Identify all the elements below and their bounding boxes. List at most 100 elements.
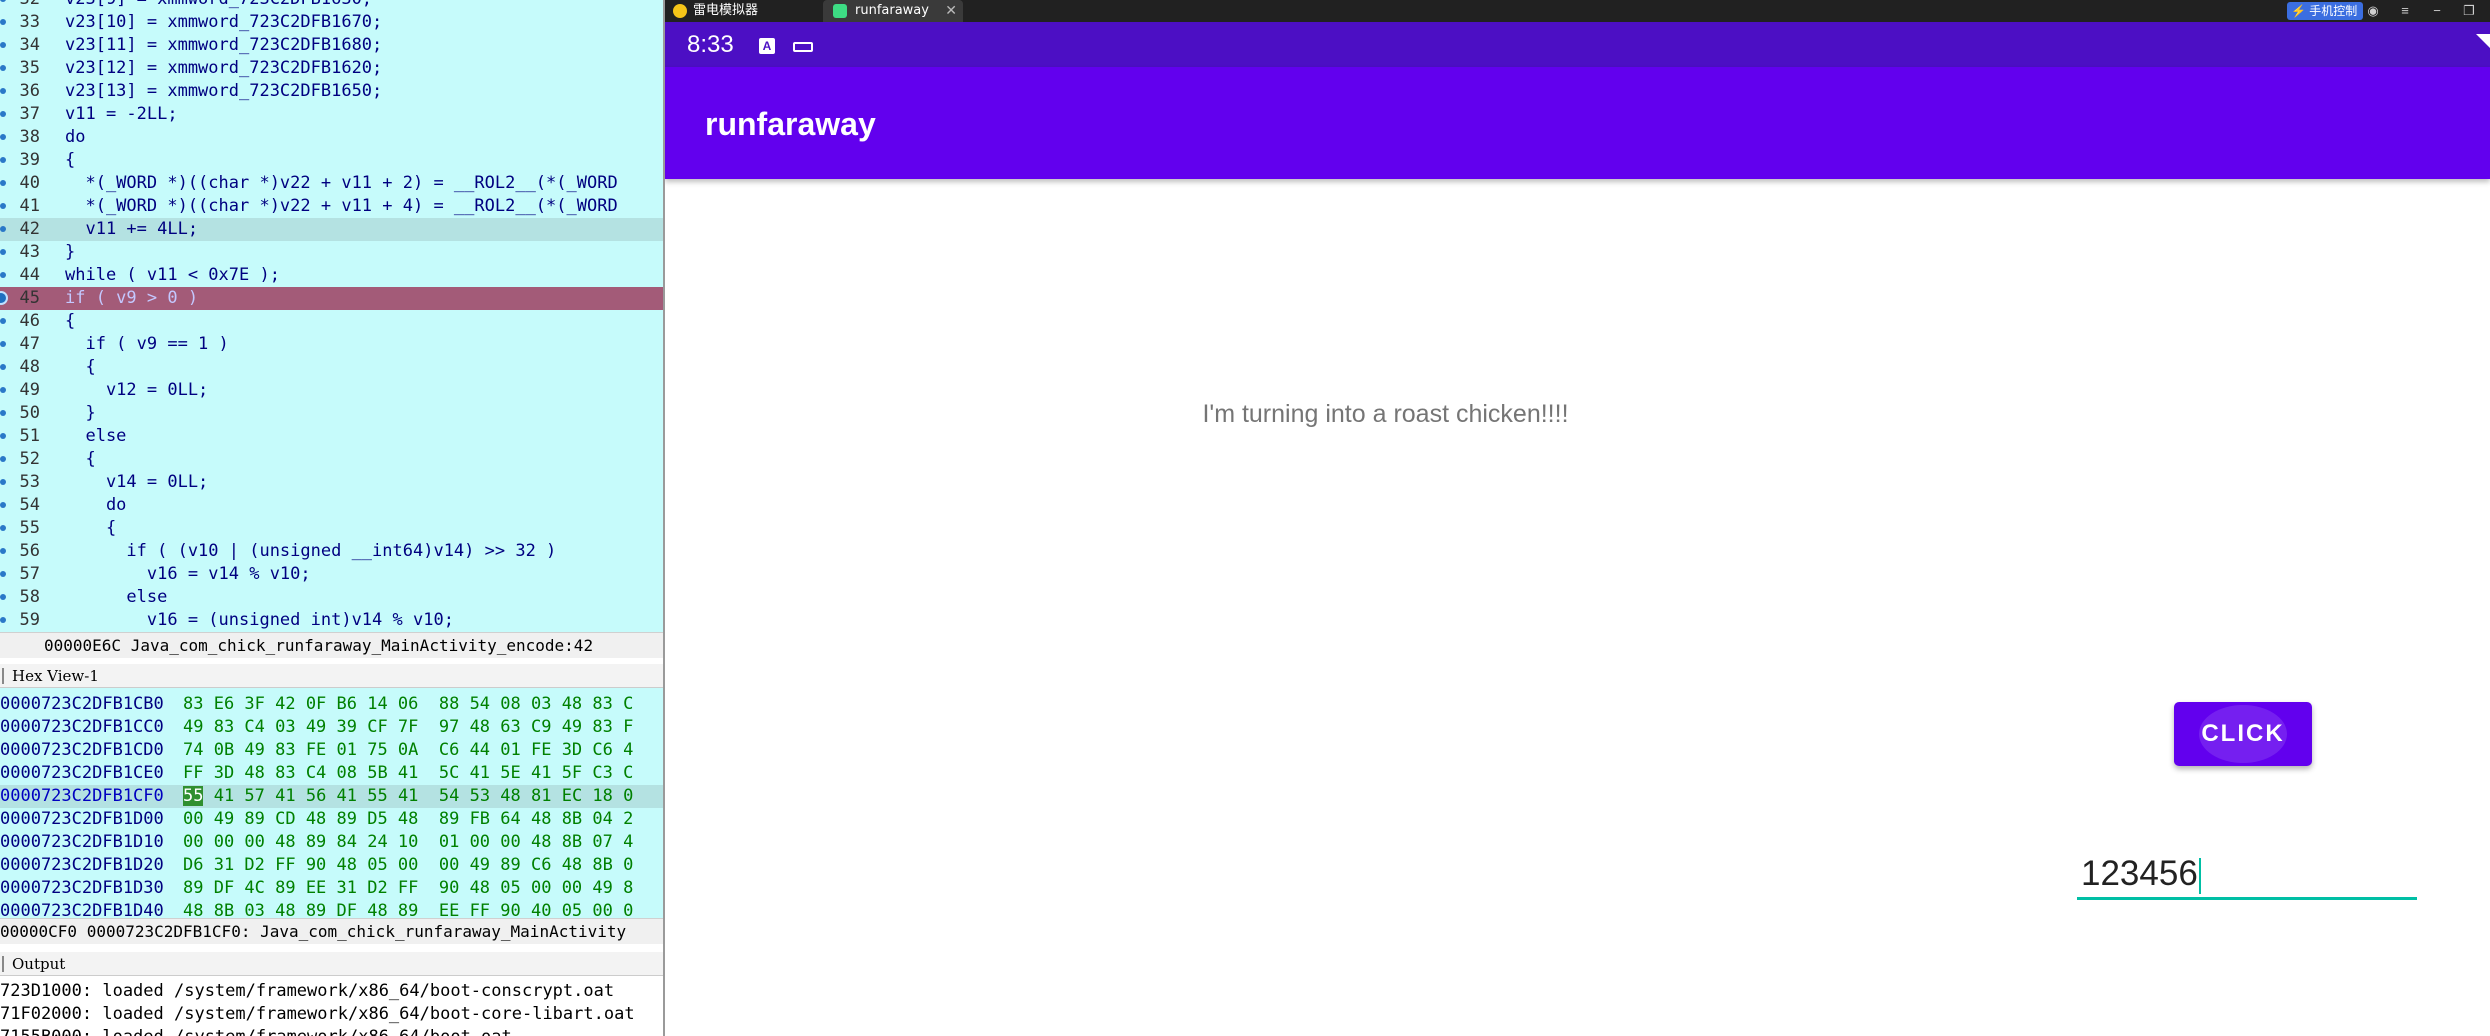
code-line[interactable]: 43} [0,241,663,264]
hex-bytes[interactable]: 00 49 89 CD 48 89 D5 48 89 FB 64 48 8B 0… [183,808,633,831]
code-text: v11 = -2LL; [65,104,178,124]
hex-view[interactable]: 0000723C2DFB1CB0 83 E6 3F 42 0F B6 14 06 … [0,688,663,918]
code-line[interactable]: 32 v23[9] = xmmword_723C2DFB1630; [0,0,663,11]
hex-row[interactable]: 0000723C2DFB1D40 48 8B 03 48 89 DF 48 89 … [0,900,663,918]
code-line[interactable]: 41 *(_WORD *)((char *)v22 + v11 + 4) = _… [0,195,663,218]
code-line[interactable]: 54 do [0,494,663,517]
code-text: v16 = v14 % v10; [65,564,311,584]
hex-bytes-text: 41 57 41 56 41 55 41 54 53 48 81 EC 18 0 [203,786,634,806]
code-text: if ( v9 > 0 ) [65,288,199,308]
code-line[interactable]: 53 v14 = 0LL; [0,471,663,494]
line-number: 34 [19,35,40,55]
code-line[interactable]: 47 if ( v9 == 1 ) [0,333,663,356]
code-line[interactable]: 38 do [0,126,663,149]
hex-bytes[interactable]: 83 E6 3F 42 0F B6 14 06 88 54 08 03 48 8… [183,693,633,716]
hex-view-title[interactable]: Hex View-1 [0,664,663,688]
code-line[interactable]: 48 { [0,356,663,379]
hex-bytes[interactable]: 00 00 00 48 89 84 24 10 01 00 00 48 8B 0… [183,831,633,854]
code-line[interactable]: 55 { [0,517,663,540]
code-line[interactable]: 57 v16 = v14 % v10; [0,563,663,586]
code-text: } [65,242,76,262]
output-title[interactable]: Output [0,952,663,976]
code-line[interactable]: 50 } [0,402,663,425]
hex-row[interactable]: 0000723C2DFB1D00 00 49 89 CD 48 89 D5 48 … [0,808,663,831]
code-text: v23[13] = xmmword_723C2DFB1650; [65,81,383,101]
menu-icon[interactable]: ≡ [2397,3,2413,19]
hex-bytes-text: FF 3D 48 83 C4 08 5B 41 5C 41 5E 41 5F C… [183,763,634,783]
code-line[interactable]: 40 *(_WORD *)((char *)v22 + v11 + 2) = _… [0,172,663,195]
code-line[interactable]: 58 else [0,586,663,609]
code-text: if ( v9 == 1 ) [65,334,229,354]
hex-bytes-text: 48 8B 03 48 89 DF 48 89 EE FF 90 40 05 0… [183,901,634,918]
hex-row[interactable]: 0000723C2DFB1CD0 74 0B 49 83 FE 01 75 0A … [0,739,663,762]
account-icon[interactable]: ◉ [2365,3,2381,19]
hex-bytes-text: 00 49 89 CD 48 89 D5 48 89 FB 64 48 8B 0… [183,809,634,829]
hex-row[interactable]: 0000723C2DFB1CE0 FF 3D 48 83 C4 08 5B 41 … [0,762,663,785]
hex-bytes[interactable]: 55 41 57 41 56 41 55 41 54 53 48 81 EC 1… [183,785,633,808]
code-line[interactable]: 44 while ( v11 < 0x7E ); [0,264,663,287]
code-text: else [65,587,168,607]
code-line[interactable]: 35 v23[12] = xmmword_723C2DFB1620; [0,57,663,80]
code-line[interactable]: 52 { [0,448,663,471]
hex-bytes[interactable]: 89 DF 4C 89 EE 31 D2 FF 90 48 05 00 00 4… [183,877,633,900]
line-number: 58 [19,587,40,607]
tab-ldplayer[interactable]: 雷电模拟器 [673,0,813,22]
code-line[interactable]: 39 { [0,149,663,172]
code-text: v14 = 0LL; [65,472,209,492]
input-text: 123456 [2081,854,2198,893]
hex-row[interactable]: 0000723C2DFB1D30 89 DF 4C 89 EE 31 D2 FF … [0,877,663,900]
minimize-icon[interactable]: − [2429,3,2445,19]
code-line[interactable]: 42 v11 += 4LL; [0,218,663,241]
code-line[interactable]: 49 v12 = 0LL; [0,379,663,402]
line-number: 37 [19,104,40,124]
hex-bytes[interactable]: D6 31 D2 FF 90 48 05 00 00 49 89 C6 48 8… [183,854,633,877]
hex-row[interactable]: 0000723C2DFB1D20 D6 31 D2 FF 90 48 05 00 … [0,854,663,877]
hex-bytes[interactable]: 48 8B 03 48 89 DF 48 89 EE FF 90 40 05 0… [183,900,633,918]
restore-icon[interactable]: ❐ [2461,3,2477,19]
hex-row[interactable]: 0000723C2DFB1D10 00 00 00 48 89 84 24 10 … [0,831,663,854]
code-line[interactable]: 51 else [0,425,663,448]
phone-control-button[interactable]: ⚡ 手机控制 [2287,2,2364,20]
grip-icon[interactable] [2,668,4,684]
line-number: 32 [0,0,40,11]
hex-row[interactable]: 0000723C2DFB1CB0 83 E6 3F 42 0F B6 14 06 … [0,693,663,716]
output-window[interactable]: 723D1000: loaded /system/framework/x86_6… [0,976,663,1036]
tab-close-icon[interactable]: ✕ [945,0,957,22]
hex-bytes[interactable]: 74 0B 49 83 FE 01 75 0A C6 44 01 FE 3D C… [183,739,633,762]
grip-icon[interactable] [2,956,4,972]
hex-address: 0000723C2DFB1D10 [0,832,164,852]
pseudocode-view[interactable]: 32 v23[9] = xmmword_723C2DFB1630; 33 v23[10… [0,0,663,632]
hex-address: 0000723C2DFB1CF0 [0,786,164,806]
tab-ldplayer-label: 雷电模拟器 [693,3,759,18]
line-number: 47 [19,334,40,354]
code-line[interactable]: 34 v23[11] = xmmword_723C2DFB1680; [0,34,663,57]
button-ripple [2199,705,2287,763]
code-line[interactable]: 56 if ( (v10 | (unsigned __int64)v14) >>… [0,540,663,563]
hex-address: 0000723C2DFB1CD0 [0,740,164,760]
hex-bytes[interactable]: 49 83 C4 03 49 39 CF 7F 97 48 63 C9 49 8… [183,716,633,739]
hex-status-bar: 00000CF0 0000723C2DFB1CF0: Java_com_chic… [0,918,663,944]
hex-row[interactable]: 0000723C2DFB1CC0 49 83 C4 03 49 39 CF 7F … [0,716,663,739]
hex-bytes-text: D6 31 D2 FF 90 48 05 00 00 49 89 C6 48 8… [183,855,634,875]
hex-bytes[interactable]: FF 3D 48 83 C4 08 5B 41 5C 41 5E 41 5F C… [183,762,633,785]
line-number: 44 [19,265,40,285]
code-line[interactable]: 46 { [0,310,663,333]
code-line[interactable]: 33 v23[10] = xmmword_723C2DFB1670; [0,11,663,34]
hex-cursor-byte[interactable]: 55 [183,786,204,806]
code-text: v12 = 0LL; [65,380,209,400]
code-line[interactable]: 37 v11 = -2LL; [0,103,663,126]
code-line[interactable]: 59 v16 = (unsigned int)v14 % v10; [0,609,663,632]
code-text: *(_WORD *)((char *)v22 + v11 + 4) = __RO… [65,196,618,216]
line-number: 36 [19,81,40,101]
line-number: 33 [19,12,40,32]
hex-row[interactable]: 0000723C2DFB1CF0 55 41 57 41 56 41 55 41 … [0,785,663,808]
hex-bytes-text: 83 E6 3F 42 0F B6 14 06 88 54 08 03 48 8… [183,694,634,714]
code-text: v16 = (unsigned int)v14 % v10; [65,610,454,630]
text-input[interactable]: 123456 [2077,848,2417,900]
code-line[interactable]: 36 v23[13] = xmmword_723C2DFB1650; [0,80,663,103]
ldplayer-logo-icon [673,4,687,18]
tab-runfaraway[interactable]: runfaraway ✕ [823,0,963,22]
keyboard-icon [793,42,813,52]
code-line[interactable]: 45 if ( v9 > 0 ) [0,287,663,310]
hex-view-title-label: Hex View-1 [12,667,99,685]
